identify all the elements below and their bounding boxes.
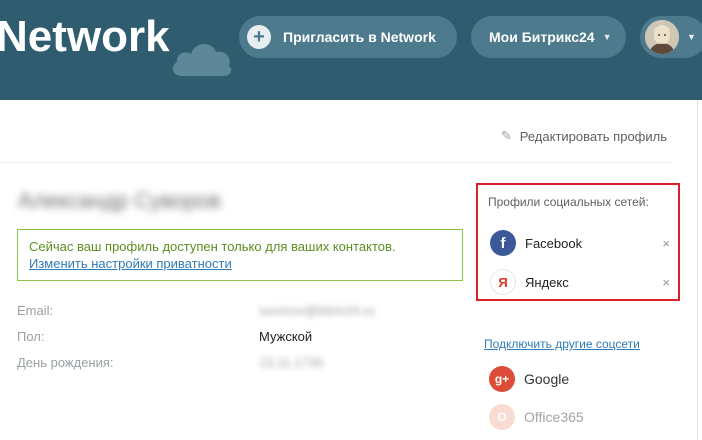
edit-profile-label: Редактировать профиль [519,128,667,144]
divider [0,162,672,163]
chevron-down-icon: ▼ [602,32,612,42]
google-plus-icon: g+ [489,366,515,392]
connect-google-button[interactable]: g+ Google [489,366,569,392]
privacy-notice-text: Сейчас ваш профиль доступен только для в… [29,239,396,254]
connect-office365-button[interactable]: O Office365 [489,404,584,430]
gender-value: Мужской [259,329,313,344]
google-label: Google [524,371,570,387]
invite-label: Пригласить в Network [283,29,436,45]
yandex-icon: Я [490,269,516,295]
cloud-icon [172,43,232,76]
remove-facebook-button[interactable]: × [662,236,670,251]
facebook-label: Facebook [525,235,583,251]
office365-icon: O [489,404,515,430]
social-profile-yandex: Я Яндекс × [490,269,670,295]
social-profiles-title: Профили социальных сетей: [488,195,649,209]
brand-logo-text[interactable]: Network [0,10,170,64]
social-profile-facebook: f Facebook × [490,230,670,256]
privacy-notice: Сейчас ваш профиль доступен только для в… [17,229,463,281]
facebook-icon: f [490,230,516,256]
user-menu-button[interactable]: ▼ [640,16,702,58]
yandex-label: Яндекс [525,274,569,290]
birthday-value: 13.11.1730 [259,355,324,370]
office365-label: Office365 [524,409,584,425]
top-header: Network + Пригласить в Network Мои Битри… [0,0,702,100]
chevron-down-icon: ▼ [687,32,696,42]
my-bitrix24-button[interactable]: Мои Битрикс24 ▼ [471,16,626,58]
connect-other-networks-link[interactable]: Подключить другие соцсети [484,337,640,351]
my-bitrix24-label: Мои Битрикс24 [489,29,595,45]
invite-button[interactable]: + Пригласить в Network [239,16,457,58]
pencil-icon: ✎ [500,128,512,143]
email-value: suvorov@bitrix24.ru [259,303,375,318]
remove-yandex-button[interactable]: × [662,275,670,290]
social-profiles-box: Профили социальных сетей: f Facebook × Я… [476,183,680,301]
gender-label: Пол: [17,329,45,344]
privacy-settings-link[interactable]: Изменить настройки приватности [29,256,232,271]
plus-icon: + [247,25,271,49]
email-label: Email: [17,303,54,318]
birthday-label: День рождения: [17,355,114,370]
avatar [645,20,679,54]
profile-name: Александр Суворов [18,188,221,213]
edit-profile-link[interactable]: ✎ Редактировать профиль [501,128,667,144]
profile-panel: ✎ Редактировать профиль Александр Суворо… [0,100,698,440]
